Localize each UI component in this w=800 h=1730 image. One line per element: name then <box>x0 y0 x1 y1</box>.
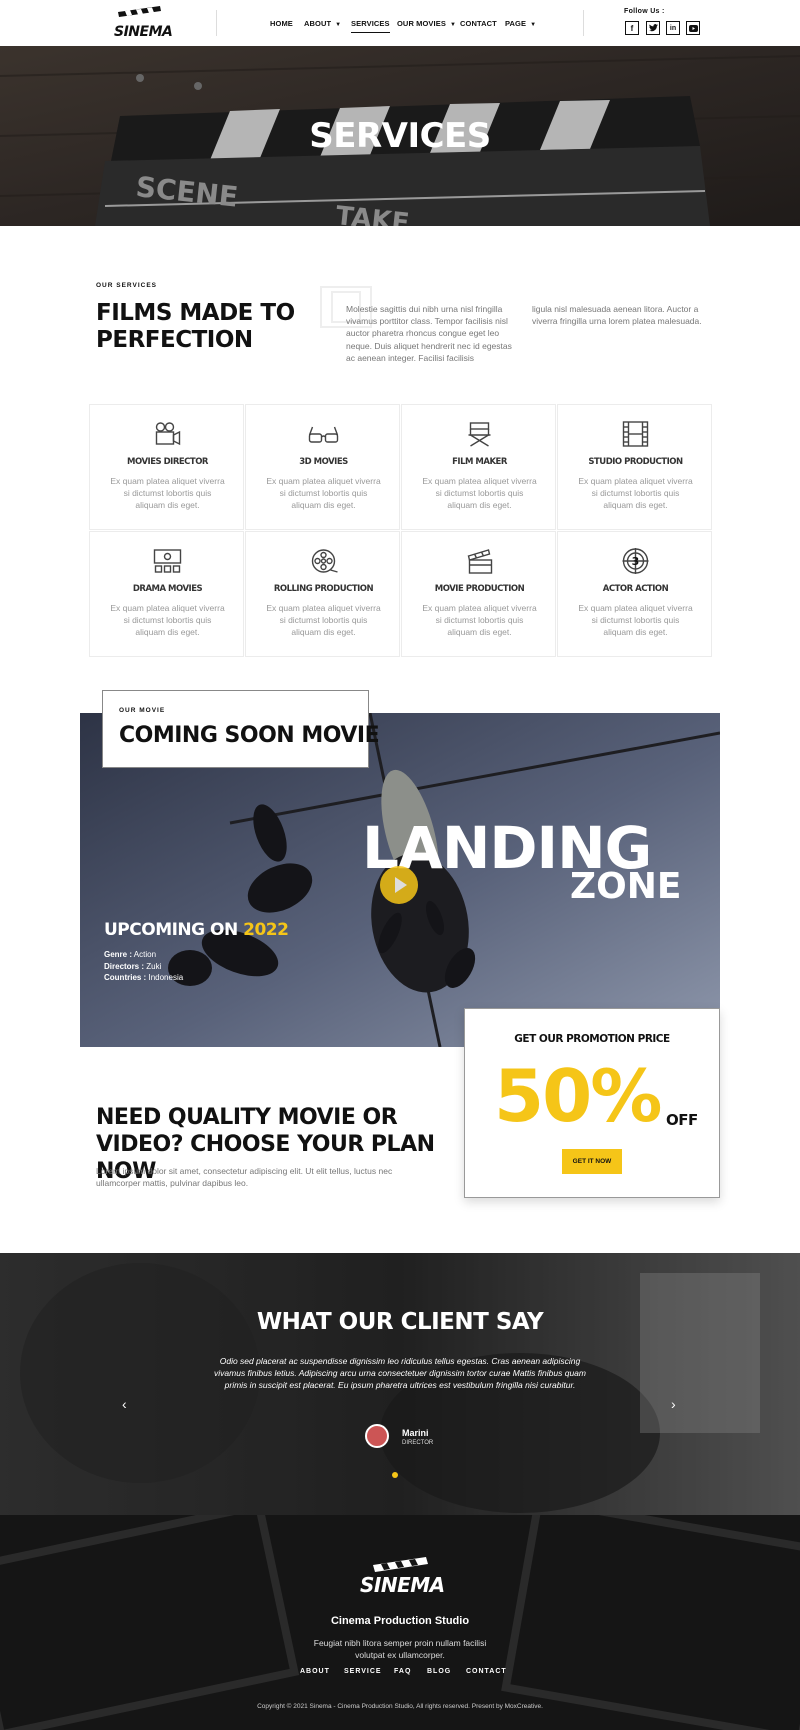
clapper-logo-icon <box>118 6 161 17</box>
chevron-down-icon: ▼ <box>530 22 537 28</box>
service-card[interactable]: STUDIO PRODUCTION Ex quam platea aliquet… <box>557 404 712 530</box>
section-tag: OUR SERVICES <box>96 282 158 289</box>
chevron-down-icon: ▼ <box>449 22 456 28</box>
testimonial-role: DIRECTOR <box>402 1440 434 1446</box>
film-reel-icon <box>311 549 338 573</box>
film-strip-icon <box>622 421 649 447</box>
footer-link-contact[interactable]: CONTACT <box>466 1668 507 1675</box>
prev-arrow-icon[interactable]: ‹ <box>122 1396 127 1412</box>
footer-link-blog[interactable]: BLOG <box>427 1668 451 1675</box>
testimonial-title: WHAT OUR CLIENT SAY <box>256 1309 544 1335</box>
service-title: 3D MOVIES <box>299 457 348 467</box>
nav-services[interactable]: SERVICES <box>351 19 390 33</box>
footer-studio-name: Cinema Production Studio <box>330 1615 470 1627</box>
movie-camera-icon <box>155 422 181 446</box>
service-desc: Ex quam platea aliquet viverra si dictum… <box>422 476 537 510</box>
footer-logo[interactable]: SINEMA <box>360 1573 445 1597</box>
follow-label: Follow Us : <box>624 8 665 15</box>
play-icon <box>395 877 407 893</box>
service-title: DRAMA MOVIES <box>132 584 203 594</box>
svg-text:3: 3 <box>632 555 640 568</box>
nav-our-movies[interactable]: OUR MOVIES ▼ <box>397 19 456 28</box>
footer-link-service[interactable]: SERVICE <box>344 1668 382 1675</box>
page-title: SERVICES <box>309 116 491 156</box>
facebook-icon[interactable]: f <box>625 21 639 35</box>
director-chair-icon <box>468 422 491 447</box>
section-title: FILMS MADE TO PERFECTION <box>96 300 295 353</box>
clapperboard-icon <box>467 549 493 574</box>
avatar <box>365 1424 389 1448</box>
service-desc: Ex quam platea aliquet viverra si dictum… <box>266 603 381 637</box>
service-card[interactable]: MOVIES DIRECTOR Ex quam platea aliquet v… <box>89 404 244 530</box>
service-desc: Ex quam platea aliquet viverra si dictum… <box>266 476 381 510</box>
movie-directors: Directors : Zuki <box>104 962 162 971</box>
service-desc: Ex quam platea aliquet viverra si dictum… <box>422 603 537 637</box>
copyright: Copyright © 2021 Sinema - Cinema Product… <box>257 1703 543 1710</box>
service-card[interactable]: ROLLING PRODUCTION Ex quam platea alique… <box>245 531 400 657</box>
service-title: MOVIE PRODUCTION <box>434 584 525 594</box>
footer-link-faq[interactable]: FAQ <box>394 1668 411 1675</box>
movie-countries: Countries : Indonesia <box>104 973 184 982</box>
service-title: MOVIES DIRECTOR <box>127 457 208 467</box>
upcoming-label: UPCOMING ON 2022 <box>104 920 289 940</box>
cinema-screen-icon <box>153 549 182 573</box>
divider <box>583 10 584 36</box>
get-it-now-button[interactable]: GET IT NOW <box>562 1149 622 1174</box>
footer-link-about[interactable]: ABOUT <box>300 1668 330 1675</box>
plan-text: Lorem ipsum dolor sit amet, consectetur … <box>96 1166 393 1188</box>
service-card[interactable]: FILM MAKER Ex quam platea aliquet viverr… <box>401 404 556 530</box>
section-tag: OUR MOVIE <box>119 707 166 714</box>
logo-text: SINEMA <box>114 24 173 40</box>
section-title: COMING SOON MOVIE <box>119 723 380 748</box>
next-arrow-icon[interactable]: › <box>671 1396 676 1412</box>
service-card[interactable]: MOVIE PRODUCTION Ex quam platea aliquet … <box>401 531 556 657</box>
site-logo[interactable]: SINEMA <box>114 6 173 40</box>
footer-description: Feugiat nibh litora semper proin nullam … <box>313 1638 487 1661</box>
promo-percent: 50% <box>494 1054 662 1138</box>
nav-home[interactable]: HOME <box>270 19 293 28</box>
divider <box>216 10 217 36</box>
nav-contact[interactable]: CONTACT <box>460 19 497 28</box>
movie-genre: Genre : Action <box>104 950 157 959</box>
testimonial-quote: Odio sed placerat ac suspendisse digniss… <box>214 1356 586 1391</box>
service-title: ACTOR ACTION <box>602 584 669 594</box>
intro-text-continued: ligula nisl malesuada aenean litora. Auc… <box>532 304 702 327</box>
service-desc: Ex quam platea aliquet viverra si dictum… <box>110 603 225 637</box>
countdown-icon: 3 <box>622 548 649 574</box>
service-title: ROLLING PRODUCTION <box>273 584 374 594</box>
upcoming-year: 2022 <box>243 920 289 940</box>
service-title: FILM MAKER <box>452 457 507 467</box>
nav-about[interactable]: ABOUT ▼ <box>304 19 341 28</box>
carousel-dot-active[interactable] <box>392 1472 398 1478</box>
service-title: STUDIO PRODUCTION <box>588 457 683 467</box>
service-card[interactable]: 3 ACTOR ACTION Ex quam platea aliquet vi… <box>557 531 712 657</box>
twitter-icon[interactable] <box>646 21 660 35</box>
play-button[interactable] <box>380 866 418 904</box>
service-desc: Ex quam platea aliquet viverra si dictum… <box>110 476 225 510</box>
intro-text: Molestie sagittis dui nibh urna nisl fri… <box>346 304 512 363</box>
youtube-icon[interactable] <box>686 21 700 35</box>
nav-page[interactable]: PAGE ▼ <box>505 19 536 28</box>
service-card[interactable]: 3D MOVIES Ex quam platea aliquet viverra… <box>245 404 400 530</box>
3d-glasses-icon <box>308 426 339 443</box>
service-desc: Ex quam platea aliquet viverra si dictum… <box>578 603 693 637</box>
testimonial-name: Marini <box>402 1428 429 1438</box>
linkedin-icon[interactable]: in <box>666 21 680 35</box>
service-desc: Ex quam platea aliquet viverra si dictum… <box>578 476 693 510</box>
poster-subtitle: ZONE <box>570 866 682 907</box>
promo-off: OFF <box>666 1111 698 1129</box>
chevron-down-icon: ▼ <box>335 22 342 28</box>
service-card[interactable]: DRAMA MOVIES Ex quam platea aliquet vive… <box>89 531 244 657</box>
promo-title: GET OUR PROMOTION PRICE <box>514 1033 670 1045</box>
